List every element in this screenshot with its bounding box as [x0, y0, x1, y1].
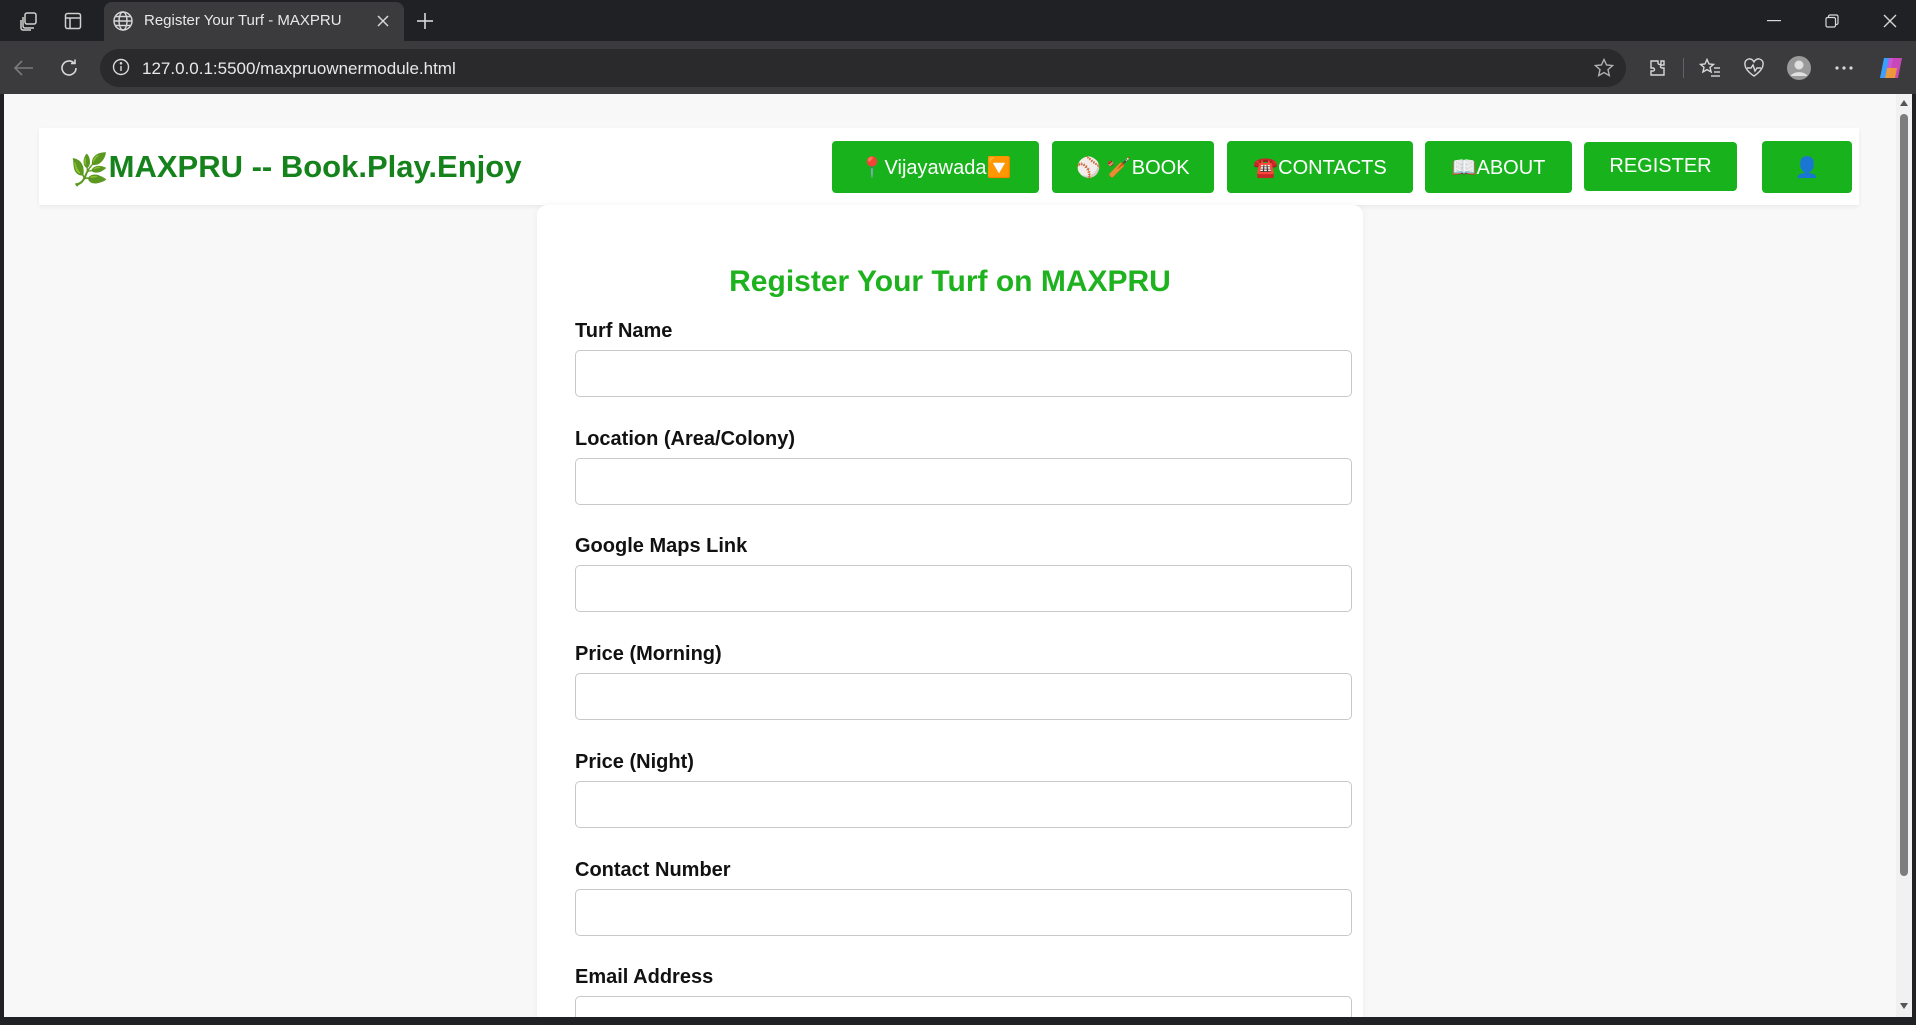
- browser-essentials-icon[interactable]: [1740, 54, 1768, 82]
- register-button[interactable]: REGISTER: [1584, 142, 1737, 191]
- browser-tab-bar: Register Your Turf - MAXPRU: [0, 0, 1916, 41]
- email-input[interactable]: [575, 996, 1352, 1017]
- vertical-tabs-icon[interactable]: [61, 9, 85, 33]
- profile-avatar-icon[interactable]: [1785, 54, 1813, 82]
- workspaces-icon[interactable]: [17, 9, 41, 33]
- form-title: Register Your Turf on MAXPRU: [729, 265, 1171, 298]
- price-night-input[interactable]: [575, 781, 1352, 828]
- price-morning-input[interactable]: [575, 673, 1352, 720]
- location-input[interactable]: [575, 458, 1352, 505]
- browser-toolbar: 127.0.0.1:5500/maxpruownermodule.html: [0, 41, 1916, 94]
- site-info-icon[interactable]: [112, 58, 130, 81]
- back-icon[interactable]: [10, 54, 38, 82]
- scroll-up-arrow-icon[interactable]: [1900, 100, 1908, 106]
- email-label: Email Address: [575, 966, 714, 988]
- minimize-button[interactable]: [1750, 6, 1798, 36]
- location-label: Location (Area/Colony): [575, 428, 796, 450]
- contact-number-input[interactable]: [575, 889, 1352, 936]
- extensions-icon[interactable]: [1644, 54, 1672, 82]
- turf-name-input[interactable]: [575, 350, 1352, 397]
- about-button[interactable]: 📖ABOUT: [1425, 141, 1572, 193]
- url-text: 127.0.0.1:5500/maxpruownermodule.html: [142, 59, 456, 78]
- scrollbar-thumb[interactable]: [1900, 114, 1908, 876]
- new-tab-button[interactable]: [412, 8, 438, 34]
- register-form-card: Register Your Turf on MAXPRU Turf Name L…: [537, 205, 1363, 1017]
- brand-logo[interactable]: 🌿 MAXPRU -- Book.Play.Enjoy: [70, 149, 521, 188]
- close-tab-icon[interactable]: [372, 10, 394, 32]
- location-dropdown-button[interactable]: 📍Vijayawada🔽: [832, 141, 1039, 193]
- contact-number-label: Contact Number: [575, 859, 731, 881]
- leaf-icon: 🌿: [70, 152, 109, 187]
- brand-text: MAXPRU -- Book.Play.Enjoy: [108, 149, 522, 184]
- copilot-icon[interactable]: [1877, 54, 1905, 82]
- profile-button[interactable]: 👤: [1762, 141, 1852, 193]
- tab-title: Register Your Turf - MAXPRU: [144, 12, 342, 29]
- maps-link-label: Google Maps Link: [575, 535, 748, 557]
- page-scrollbar[interactable]: [1896, 94, 1912, 1017]
- reload-icon[interactable]: [55, 54, 83, 82]
- page-viewport: 🌿 MAXPRU -- Book.Play.Enjoy 📍Vijayawada🔽…: [4, 94, 1912, 1017]
- close-window-button[interactable]: [1866, 6, 1914, 36]
- contacts-button[interactable]: ☎️CONTACTS: [1227, 141, 1413, 193]
- toolbar-divider: [1683, 58, 1684, 78]
- favorite-star-icon[interactable]: [1593, 57, 1615, 83]
- more-options-icon[interactable]: [1830, 54, 1858, 82]
- site-header: 🌿 MAXPRU -- Book.Play.Enjoy 📍Vijayawada🔽…: [39, 128, 1859, 205]
- scroll-down-arrow-icon[interactable]: [1900, 1003, 1908, 1009]
- book-button[interactable]: ⚾ 🏏BOOK: [1052, 141, 1214, 193]
- price-night-label: Price (Night): [575, 751, 694, 773]
- favorites-icon[interactable]: [1696, 54, 1724, 82]
- maps-link-input[interactable]: [575, 565, 1352, 612]
- price-morning-label: Price (Morning): [575, 643, 722, 665]
- active-tab[interactable]: Register Your Turf - MAXPRU: [104, 2, 404, 41]
- turf-name-label: Turf Name: [575, 320, 673, 342]
- globe-icon: [112, 10, 134, 37]
- address-bar[interactable]: 127.0.0.1:5500/maxpruownermodule.html: [100, 49, 1626, 87]
- restore-button[interactable]: [1808, 6, 1856, 36]
